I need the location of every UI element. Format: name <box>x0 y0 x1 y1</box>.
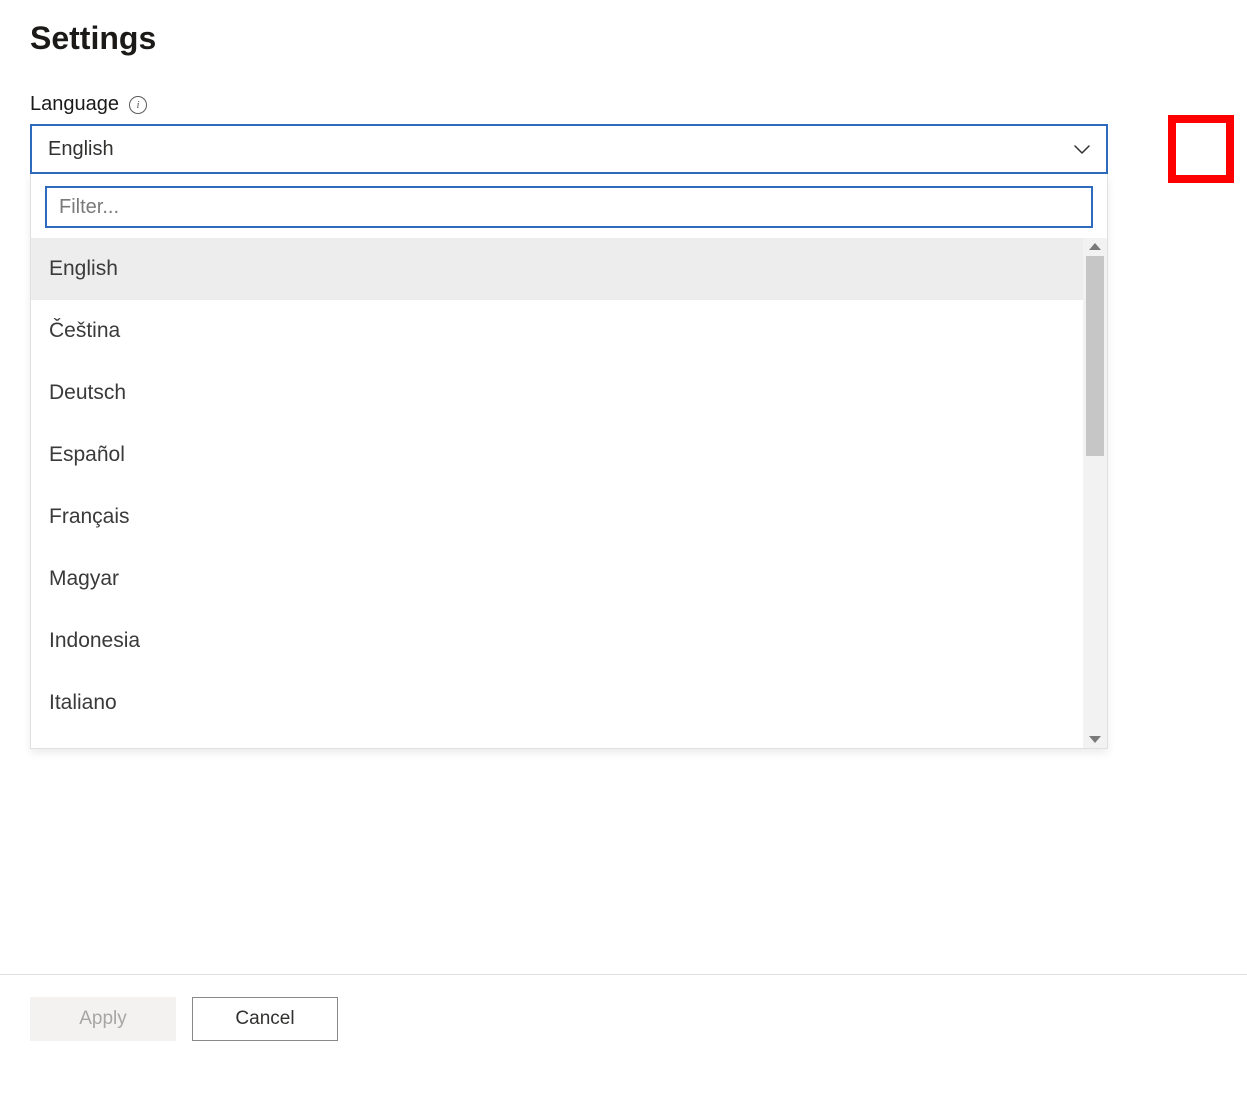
language-option[interactable]: Italiano <box>31 672 1085 734</box>
language-dropdown-panel: English Čeština Deutsch Español Français… <box>30 174 1108 749</box>
language-option[interactable]: Indonesia <box>31 610 1085 672</box>
scrollbar-thumb[interactable] <box>1086 256 1104 456</box>
chevron-down-icon <box>1074 138 1090 161</box>
language-label: Language <box>30 93 119 116</box>
language-selected-value: English <box>48 138 114 161</box>
language-dropdown[interactable]: English English Čeština Deutsch Español … <box>30 124 1217 749</box>
filter-input[interactable] <box>45 186 1093 228</box>
scrollbar[interactable] <box>1083 238 1107 748</box>
footer: Apply Cancel <box>0 974 1247 1063</box>
language-option[interactable]: Español <box>31 424 1085 486</box>
scroll-down-icon[interactable] <box>1089 736 1101 743</box>
language-options-list: English Čeština Deutsch Español Français… <box>31 238 1085 734</box>
apply-button[interactable]: Apply <box>30 997 176 1041</box>
cancel-button[interactable]: Cancel <box>192 997 338 1041</box>
language-option[interactable]: Français <box>31 486 1085 548</box>
language-dropdown-selected[interactable]: English <box>30 124 1108 174</box>
language-option[interactable]: Magyar <box>31 548 1085 610</box>
language-option[interactable]: Deutsch <box>31 362 1085 424</box>
language-option[interactable]: Čeština <box>31 300 1085 362</box>
scroll-up-icon[interactable] <box>1089 243 1101 250</box>
highlight-box <box>1168 115 1234 183</box>
info-icon[interactable]: i <box>129 96 147 114</box>
page-title: Settings <box>30 20 1217 57</box>
language-option[interactable]: English <box>31 238 1085 300</box>
